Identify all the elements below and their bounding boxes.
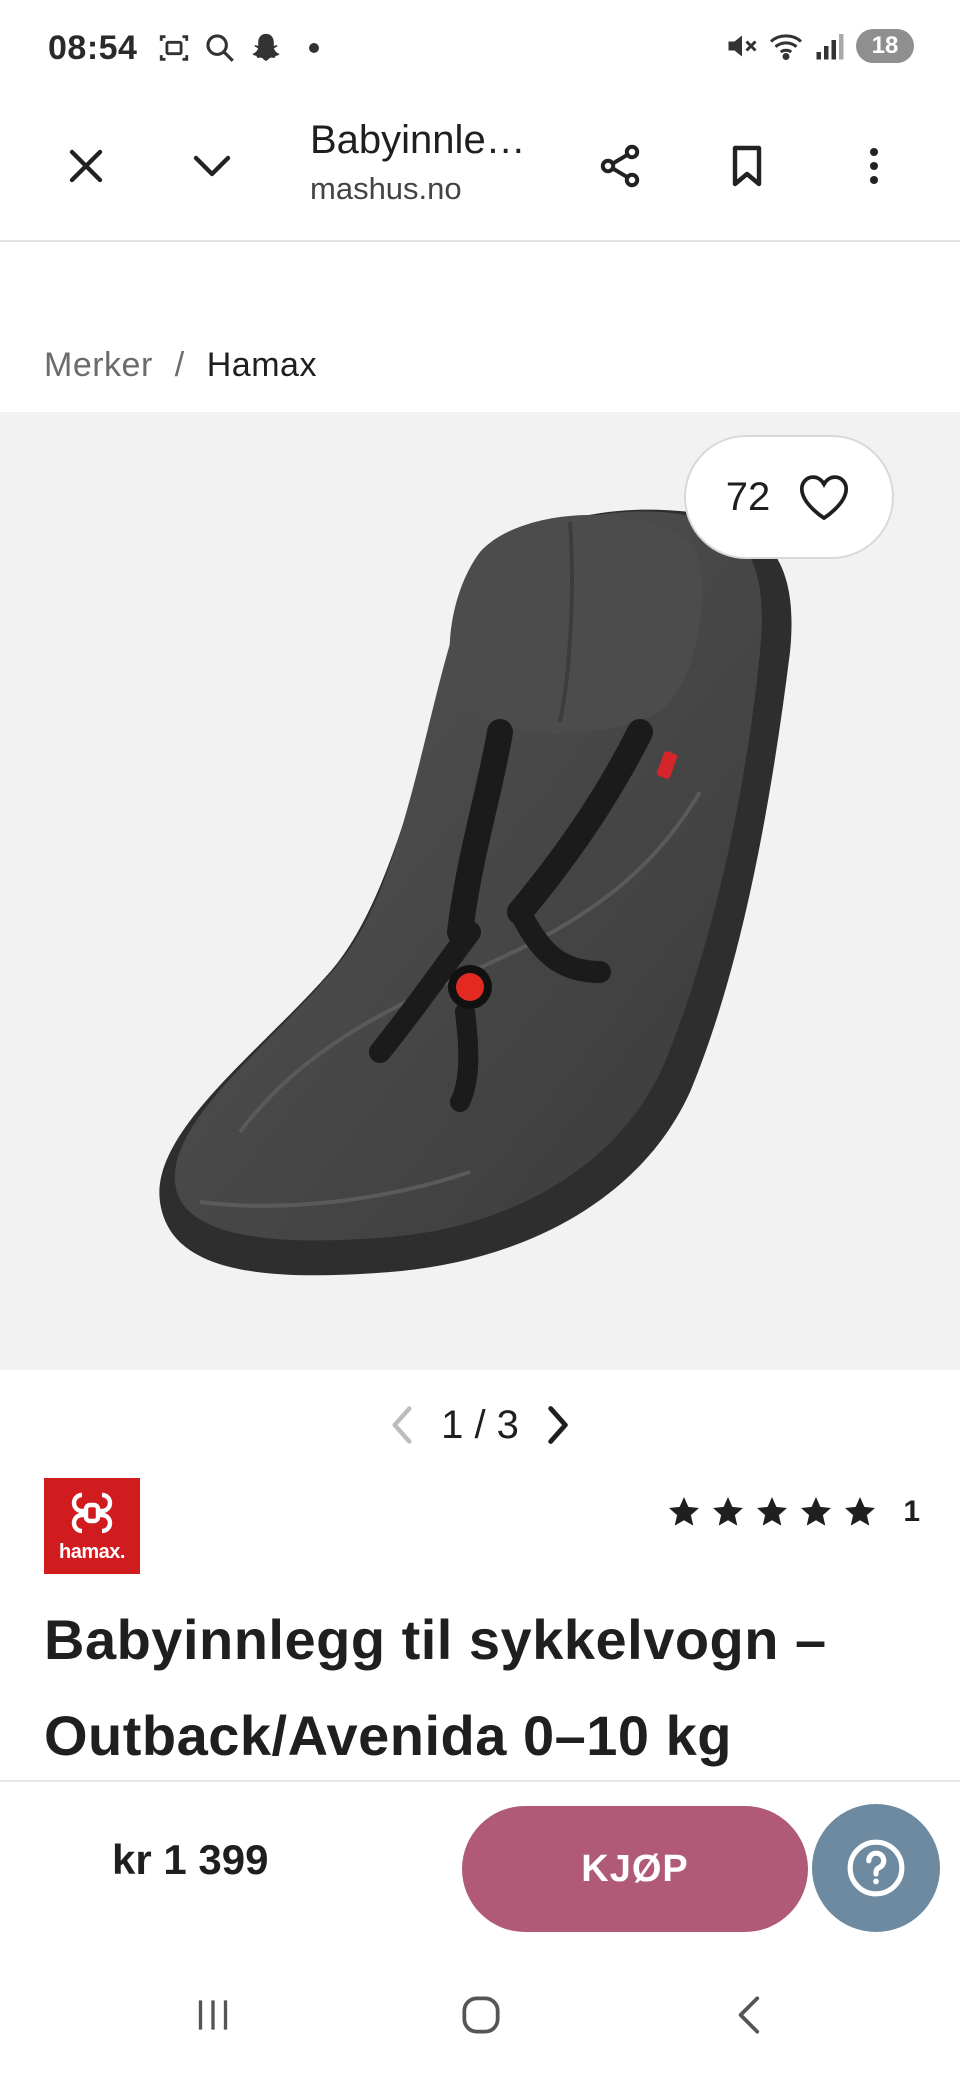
cell-signal-icon: [816, 34, 844, 60]
page-url: mashus.no: [310, 171, 462, 206]
pager-indicator: 1 / 3: [441, 1402, 519, 1447]
bookmark-icon: [732, 145, 762, 187]
breadcrumb-item-hamax[interactable]: Hamax: [207, 346, 317, 385]
status-bar: 08:54 18: [0, 0, 960, 96]
mute-icon: [728, 35, 757, 57]
snapchat-icon: [253, 33, 280, 61]
help-icon: [847, 1839, 905, 1897]
chevron-left-icon[interactable]: [385, 1403, 419, 1447]
status-notification-icons: [157, 31, 320, 65]
wifi-icon: [769, 34, 803, 60]
breadcrumb-separator: /: [174, 346, 185, 384]
product-price: kr 1 399: [112, 1836, 269, 1883]
brand-logo-text: hamax.: [59, 1540, 125, 1563]
screenshot-icon: [160, 35, 189, 61]
recents-icon: [198, 2000, 228, 2030]
chevron-down-icon: [193, 155, 231, 177]
page-title: Babyinnle…: [310, 118, 526, 162]
home-button[interactable]: [436, 1980, 526, 2050]
star-icon: [669, 1497, 700, 1526]
rating[interactable]: 1: [665, 1494, 920, 1530]
favorite-button[interactable]: 72: [684, 435, 894, 559]
recents-button[interactable]: [168, 1980, 258, 2050]
back-icon: [738, 1996, 760, 2034]
close-button[interactable]: [46, 126, 126, 206]
battery-indicator: 18: [856, 29, 914, 63]
star-icon: [757, 1497, 788, 1526]
product-title: Babyinnlegg til sykkelvogn – Outback/Ave…: [44, 1608, 827, 1767]
more-vert-icon: [870, 148, 878, 184]
system-navigation-bar: [0, 1952, 960, 2080]
back-button[interactable]: [706, 1980, 796, 2050]
custom-tab-toolbar: Babyinnle… mashus.no: [0, 96, 960, 242]
status-dot: [309, 43, 320, 53]
help-button[interactable]: [812, 1804, 940, 1932]
purchase-bar: kr 1 399 KJØP: [0, 1780, 960, 1950]
share-button[interactable]: [580, 126, 660, 206]
search-icon: [206, 34, 235, 62]
minimize-button[interactable]: [172, 126, 252, 206]
breadcrumb-item-merker[interactable]: Merker: [44, 346, 153, 385]
status-system-icons: 18: [724, 28, 914, 64]
heart-icon: [800, 475, 849, 521]
star-icon: [801, 1497, 832, 1526]
share-icon: [600, 144, 640, 188]
home-icon: [462, 1996, 500, 2034]
close-icon: [69, 149, 103, 183]
hamax-logo-icon: [71, 1492, 113, 1533]
brand-logo[interactable]: hamax.: [44, 1478, 140, 1574]
more-options-button[interactable]: [834, 126, 914, 206]
chevron-right-icon[interactable]: [541, 1403, 575, 1447]
bookmark-button[interactable]: [707, 126, 787, 206]
star-icon: [713, 1497, 744, 1526]
buy-button[interactable]: KJØP: [462, 1806, 808, 1932]
rating-count: 1: [903, 1495, 920, 1528]
image-pager: 1 / 3: [0, 1395, 960, 1455]
status-time: 08:54: [48, 28, 138, 67]
star-icon: [845, 1497, 876, 1526]
breadcrumb: Merker / Hamax: [44, 346, 317, 385]
product-image-carousel[interactable]: 72: [0, 412, 960, 1370]
page-info[interactable]: Babyinnle… mashus.no: [310, 118, 580, 207]
favorite-count: 72: [725, 474, 771, 519]
